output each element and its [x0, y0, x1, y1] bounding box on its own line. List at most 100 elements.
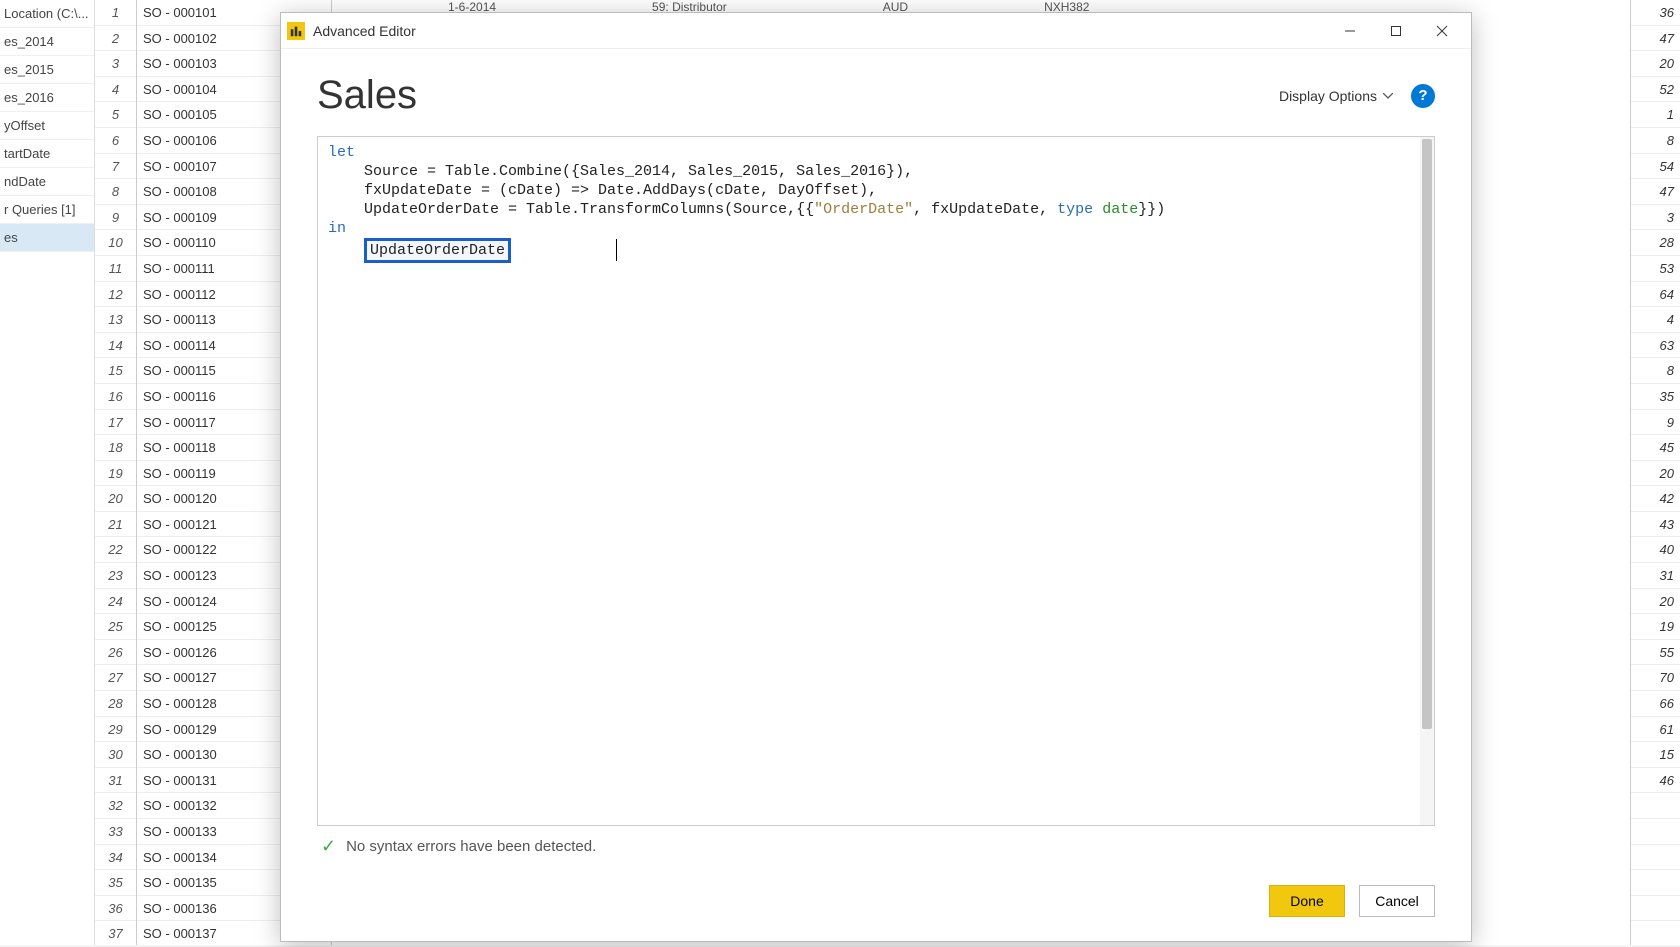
value-cell[interactable]	[1631, 870, 1680, 896]
value-cell[interactable]: 20	[1631, 461, 1680, 487]
value-cell[interactable]: 8	[1631, 358, 1680, 384]
value-cell[interactable]: 1	[1631, 102, 1680, 128]
string-orderdate: "OrderDate"	[814, 201, 913, 218]
close-button[interactable]	[1419, 15, 1465, 47]
keyword-type: type	[1057, 201, 1093, 218]
value-cell[interactable]: 53	[1631, 256, 1680, 282]
queries-pane-item[interactable]: es_2015	[0, 56, 94, 84]
dialog-body: Sales Display Options ? let Source = Tab…	[281, 49, 1471, 877]
value-cell[interactable]: 20	[1631, 589, 1680, 615]
value-cell[interactable]: 52	[1631, 77, 1680, 103]
keyword-date: date	[1102, 201, 1138, 218]
value-cell[interactable]	[1631, 793, 1680, 819]
row-number: 34	[95, 845, 136, 871]
dialog-footer: Done Cancel	[281, 877, 1471, 941]
row-number: 19	[95, 461, 136, 487]
title-bar: Advanced Editor	[281, 13, 1471, 49]
row-number: 33	[95, 819, 136, 845]
selected-identifier: UpdateOrderDate	[364, 238, 511, 263]
query-name-heading: Sales	[317, 73, 1279, 118]
status-text: No syntax errors have been detected.	[346, 838, 596, 855]
row-number: 5	[95, 102, 136, 128]
value-cell[interactable]: 54	[1631, 154, 1680, 180]
queries-pane-item[interactable]: yOffset	[0, 112, 94, 140]
right-value-column: 3647205218544732853644638359452042434031…	[1630, 0, 1680, 945]
value-cell[interactable]: 42	[1631, 486, 1680, 512]
row-number: 21	[95, 512, 136, 538]
queries-pane-item[interactable]: es_2016	[0, 84, 94, 112]
value-cell[interactable]: 55	[1631, 640, 1680, 666]
help-button[interactable]: ?	[1411, 84, 1435, 108]
scrollbar-thumb[interactable]	[1422, 139, 1432, 729]
queries-pane: Location (C:\...es_2014es_2015es_2016yOf…	[0, 0, 95, 945]
code-content: let Source = Table.Combine({Sales_2014, …	[318, 137, 1434, 269]
chevron-down-icon	[1383, 93, 1393, 99]
value-cell[interactable]: 43	[1631, 512, 1680, 538]
row-number: 25	[95, 614, 136, 640]
cancel-button[interactable]: Cancel	[1359, 885, 1435, 917]
row-number: 20	[95, 486, 136, 512]
value-cell[interactable]: 61	[1631, 717, 1680, 743]
value-cell[interactable]	[1631, 921, 1680, 947]
value-cell[interactable]: 8	[1631, 128, 1680, 154]
row-number: 16	[95, 384, 136, 410]
value-cell[interactable]: 15	[1631, 742, 1680, 768]
row-number: 15	[95, 358, 136, 384]
queries-pane-item[interactable]: tartDate	[0, 140, 94, 168]
value-cell[interactable]: 46	[1631, 768, 1680, 794]
row-number: 30	[95, 742, 136, 768]
done-button[interactable]: Done	[1269, 885, 1345, 917]
row-number: 9	[95, 205, 136, 231]
row-number: 29	[95, 717, 136, 743]
value-cell[interactable]: 3	[1631, 205, 1680, 231]
value-cell[interactable]: 4	[1631, 307, 1680, 333]
value-cell[interactable]: 35	[1631, 384, 1680, 410]
value-cell[interactable]: 47	[1631, 26, 1680, 52]
code-line-4a: UpdateOrderDate = Table.TransformColumns…	[328, 201, 814, 218]
value-cell[interactable]: 28	[1631, 230, 1680, 256]
row-number: 37	[95, 921, 136, 947]
maximize-button[interactable]	[1373, 15, 1419, 47]
code-editor[interactable]: let Source = Table.Combine({Sales_2014, …	[317, 136, 1435, 826]
row-number: 17	[95, 410, 136, 436]
row-number: 11	[95, 256, 136, 282]
value-cell[interactable]: 20	[1631, 51, 1680, 77]
value-cell[interactable]: 66	[1631, 691, 1680, 717]
window-title: Advanced Editor	[313, 23, 1327, 39]
queries-pane-item[interactable]: es_2014	[0, 28, 94, 56]
row-number: 24	[95, 589, 136, 615]
row-number: 27	[95, 665, 136, 691]
vertical-scrollbar[interactable]	[1420, 137, 1434, 825]
value-cell[interactable]: 9	[1631, 410, 1680, 436]
value-cell[interactable]	[1631, 896, 1680, 922]
row-number: 10	[95, 230, 136, 256]
value-cell[interactable]	[1631, 819, 1680, 845]
value-cell[interactable]	[1631, 845, 1680, 871]
value-cell[interactable]: 45	[1631, 435, 1680, 461]
value-cell[interactable]: 70	[1631, 665, 1680, 691]
row-number: 7	[95, 154, 136, 180]
value-cell[interactable]: 47	[1631, 179, 1680, 205]
value-cell[interactable]: 31	[1631, 563, 1680, 589]
check-icon: ✓	[321, 836, 336, 857]
value-cell[interactable]: 19	[1631, 614, 1680, 640]
row-number: 3	[95, 51, 136, 77]
minimize-button[interactable]	[1327, 15, 1373, 47]
row-number-gutter: 1234567891011121314151617181920212223242…	[95, 0, 137, 945]
display-options-label: Display Options	[1279, 88, 1377, 104]
row-number: 31	[95, 768, 136, 794]
display-options-dropdown[interactable]: Display Options	[1279, 88, 1393, 104]
value-cell[interactable]: 63	[1631, 333, 1680, 359]
row-number: 28	[95, 691, 136, 717]
keyword-let: let	[328, 144, 355, 161]
code-line-2: Source = Table.Combine({Sales_2014, Sale…	[328, 163, 913, 180]
row-number: 22	[95, 537, 136, 563]
queries-pane-item[interactable]: es	[0, 224, 94, 252]
row-number: 12	[95, 282, 136, 308]
queries-pane-item[interactable]: ndDate	[0, 168, 94, 196]
app-icon	[287, 22, 305, 40]
row-number: 4	[95, 77, 136, 103]
queries-pane-item[interactable]: r Queries [1]	[0, 196, 94, 224]
value-cell[interactable]: 40	[1631, 537, 1680, 563]
value-cell[interactable]: 64	[1631, 282, 1680, 308]
